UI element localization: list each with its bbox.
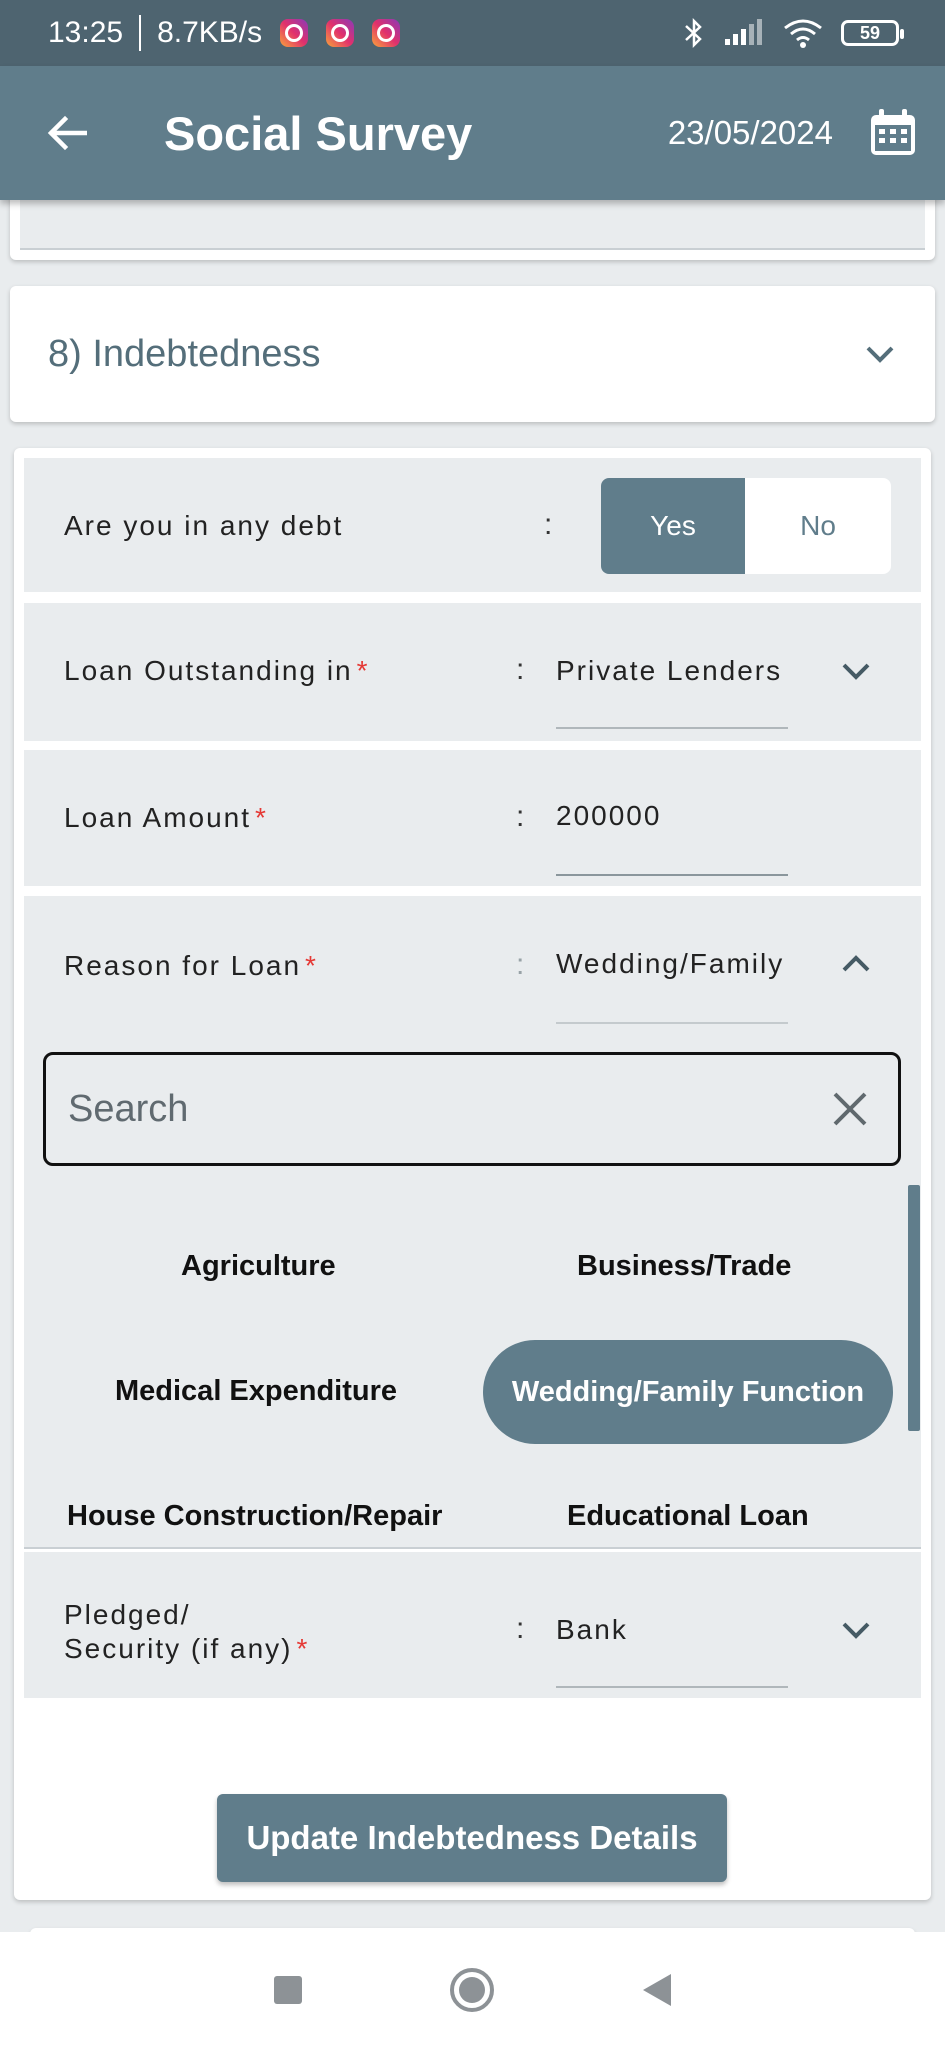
section-title: 8) Indebtedness (48, 332, 321, 375)
colon: : (516, 653, 525, 686)
debt-question-label: Are you in any debt (64, 510, 344, 541)
app-bar: Social Survey 23/05/2024 (0, 66, 945, 200)
loan-amount-row: Loan Amount * : 200000 (24, 750, 921, 886)
chevron-down-icon[interactable] (841, 661, 871, 681)
pledged-label-line2: Security (if any) (64, 1633, 293, 1664)
option-medical-expenditure[interactable]: Medical Expenditure (115, 1375, 397, 1408)
section-header-indebtedness[interactable]: 8) Indebtedness (10, 286, 935, 422)
back-nav-icon[interactable] (642, 1973, 672, 2007)
options-scrollbar[interactable] (908, 1185, 920, 1431)
field-underline (556, 1022, 788, 1024)
status-network-speed: 8.7KB/s (157, 16, 263, 49)
field-underline (556, 1686, 788, 1688)
status-bar: 13:25 8.7KB/s 59 (0, 0, 945, 66)
close-icon[interactable] (832, 1091, 868, 1127)
wifi-icon (784, 19, 822, 48)
bluetooth-icon (685, 17, 702, 49)
pledged-security-label: Pledged/ Security (if any) * (64, 1598, 309, 1666)
instagram-notification-icon (280, 19, 309, 47)
reason-for-loan-label-text: Reason for Loan (64, 950, 302, 981)
required-marker: * (305, 950, 318, 981)
pledged-security-value[interactable]: Bank (556, 1614, 788, 1646)
status-time: 13:25 (48, 16, 124, 49)
loan-outstanding-label: Loan Outstanding in * (64, 655, 370, 687)
instagram-notification-icon (372, 19, 401, 47)
reason-search-field[interactable]: Search (43, 1052, 901, 1166)
colon: : (516, 800, 525, 833)
instagram-notification-icon (326, 19, 355, 47)
option-wedding-family-function[interactable]: Wedding/Family Function (483, 1340, 893, 1444)
home-icon[interactable] (449, 1967, 495, 2013)
debt-no-button[interactable]: No (745, 478, 891, 574)
update-indebtedness-button[interactable]: Update Indebtedness Details (217, 1794, 727, 1882)
colon: : (516, 1612, 525, 1645)
calendar-icon[interactable] (867, 107, 919, 159)
chevron-up-icon[interactable] (841, 954, 871, 974)
option-business-trade[interactable]: Business/Trade (577, 1250, 791, 1283)
arrow-left-icon (47, 115, 87, 151)
loan-amount-input[interactable]: 200000 (556, 800, 788, 832)
pledged-label-line1: Pledged/ (64, 1599, 191, 1630)
required-marker: * (356, 655, 370, 686)
loan-amount-label-text: Loan Amount (64, 802, 252, 833)
chevron-down-icon (866, 346, 894, 363)
loan-outstanding-row[interactable]: Loan Outstanding in * : Private Lenders (24, 603, 921, 741)
field-underline (556, 874, 788, 876)
pledged-security-row[interactable]: Pledged/ Security (if any) * : Bank (24, 1552, 921, 1698)
recents-icon[interactable] (273, 1975, 303, 2005)
colon: : (516, 948, 525, 981)
required-marker: * (296, 1633, 310, 1664)
status-separator (139, 15, 142, 51)
field-underline (556, 727, 788, 729)
option-educational-loan[interactable]: Educational Loan (567, 1500, 809, 1533)
divider (24, 1547, 921, 1549)
option-agriculture[interactable]: Agriculture (181, 1250, 336, 1283)
reason-for-loan-label: Reason for Loan * (64, 950, 318, 982)
reason-options-list: Agriculture Business/Trade Medical Expen… (24, 1190, 921, 1548)
colon: : (544, 508, 553, 541)
debt-toggle: Yes No (601, 478, 891, 574)
signal-icon (725, 19, 762, 45)
required-marker: * (255, 802, 268, 833)
option-house-construction-repair[interactable]: House Construction/Repair (67, 1500, 442, 1533)
back-button[interactable] (42, 108, 92, 158)
chevron-down-icon[interactable] (841, 1620, 871, 1640)
reason-for-loan-value[interactable]: Wedding/Family Function (556, 948, 788, 980)
system-navigation-bar (0, 1932, 945, 2048)
search-input[interactable]: Search (68, 1088, 188, 1131)
survey-date[interactable]: 23/05/2024 (668, 114, 833, 152)
debt-question-row: Are you in any debt : Yes No (24, 458, 921, 592)
page-title: Social Survey (164, 106, 473, 160)
loan-outstanding-label-text: Loan Outstanding in (64, 655, 353, 686)
loan-outstanding-value[interactable]: Private Lenders (556, 655, 788, 687)
loan-amount-label: Loan Amount * (64, 802, 268, 834)
debt-yes-button[interactable]: Yes (601, 478, 745, 574)
battery-icon: 59 (841, 20, 904, 46)
